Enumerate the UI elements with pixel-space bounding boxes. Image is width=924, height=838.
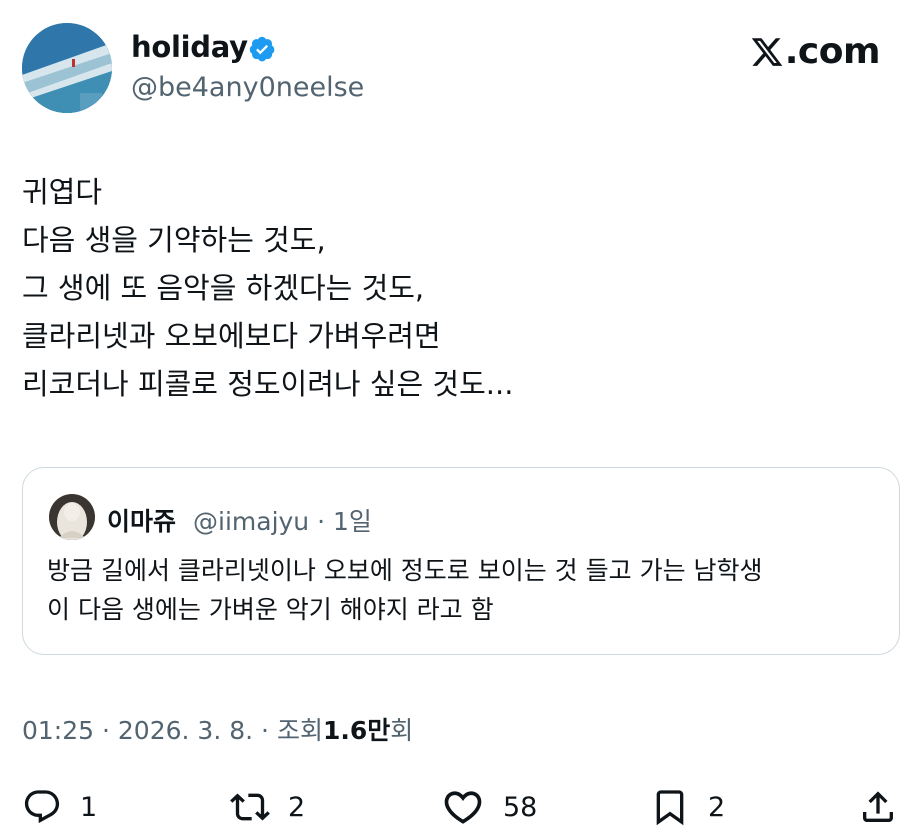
- quoted-age[interactable]: 1일: [333, 507, 372, 536]
- author-display-name[interactable]: holiday: [131, 30, 248, 64]
- meta-separator: ·: [102, 716, 110, 745]
- quoted-author-name[interactable]: 이마쥬: [107, 502, 176, 538]
- quoted-separator: ·: [317, 507, 326, 536]
- bookmark-icon: [656, 790, 684, 826]
- reply-icon: [24, 790, 60, 824]
- views-label-suffix: 회: [390, 716, 414, 745]
- reply-count: 1: [80, 791, 98, 823]
- quoted-meta: @iimajyu · 1일: [193, 502, 372, 538]
- quoted-author-handle[interactable]: @iimajyu: [193, 507, 309, 536]
- repost-button[interactable]: 2: [230, 784, 305, 830]
- like-button[interactable]: 58: [441, 784, 537, 830]
- author-handle[interactable]: @be4any0neelse: [131, 72, 364, 103]
- quoted-author-avatar[interactable]: [49, 494, 95, 540]
- quoted-tweet-text: 방금 길에서 클라리넷이나 오보에 정도로 보이는 것 들고 가는 남학생 이 …: [47, 556, 763, 624]
- meta-separator: ·: [261, 716, 269, 745]
- tweet-text: 귀엽다 다음 생을 기약하는 것도, 그 생에 또 음악을 하겠다는 것도, 클…: [22, 175, 514, 401]
- share-button[interactable]: [858, 784, 898, 830]
- tweet-meta: 01:25 · 2026. 3. 8. · 조회1.6만회: [22, 711, 413, 747]
- quoted-tweet-card[interactable]: 이마쥬 @iimajyu · 1일 방금 길에서 클라리넷이나 오보에 정도로 …: [22, 467, 900, 655]
- bookmark-count: 2: [708, 791, 726, 823]
- site-logo: .com: [750, 31, 881, 73]
- author-avatar[interactable]: [22, 23, 112, 113]
- like-count: 58: [503, 791, 538, 823]
- reply-button[interactable]: 1: [22, 784, 97, 830]
- heart-icon: [444, 791, 482, 824]
- tweet-date[interactable]: 2026. 3. 8.: [118, 716, 253, 745]
- views-label-prefix: 조회: [276, 716, 323, 745]
- verified-badge-icon: [249, 36, 275, 62]
- share-icon: [863, 791, 893, 822]
- repost-icon: [230, 793, 270, 821]
- repost-count: 2: [288, 791, 306, 823]
- site-logo-text: .com: [784, 31, 881, 72]
- tweet-time[interactable]: 01:25: [22, 716, 94, 745]
- views-count: 1.6만: [322, 716, 391, 745]
- x-logo-icon: [751, 38, 783, 66]
- bookmark-button[interactable]: 2: [650, 784, 725, 830]
